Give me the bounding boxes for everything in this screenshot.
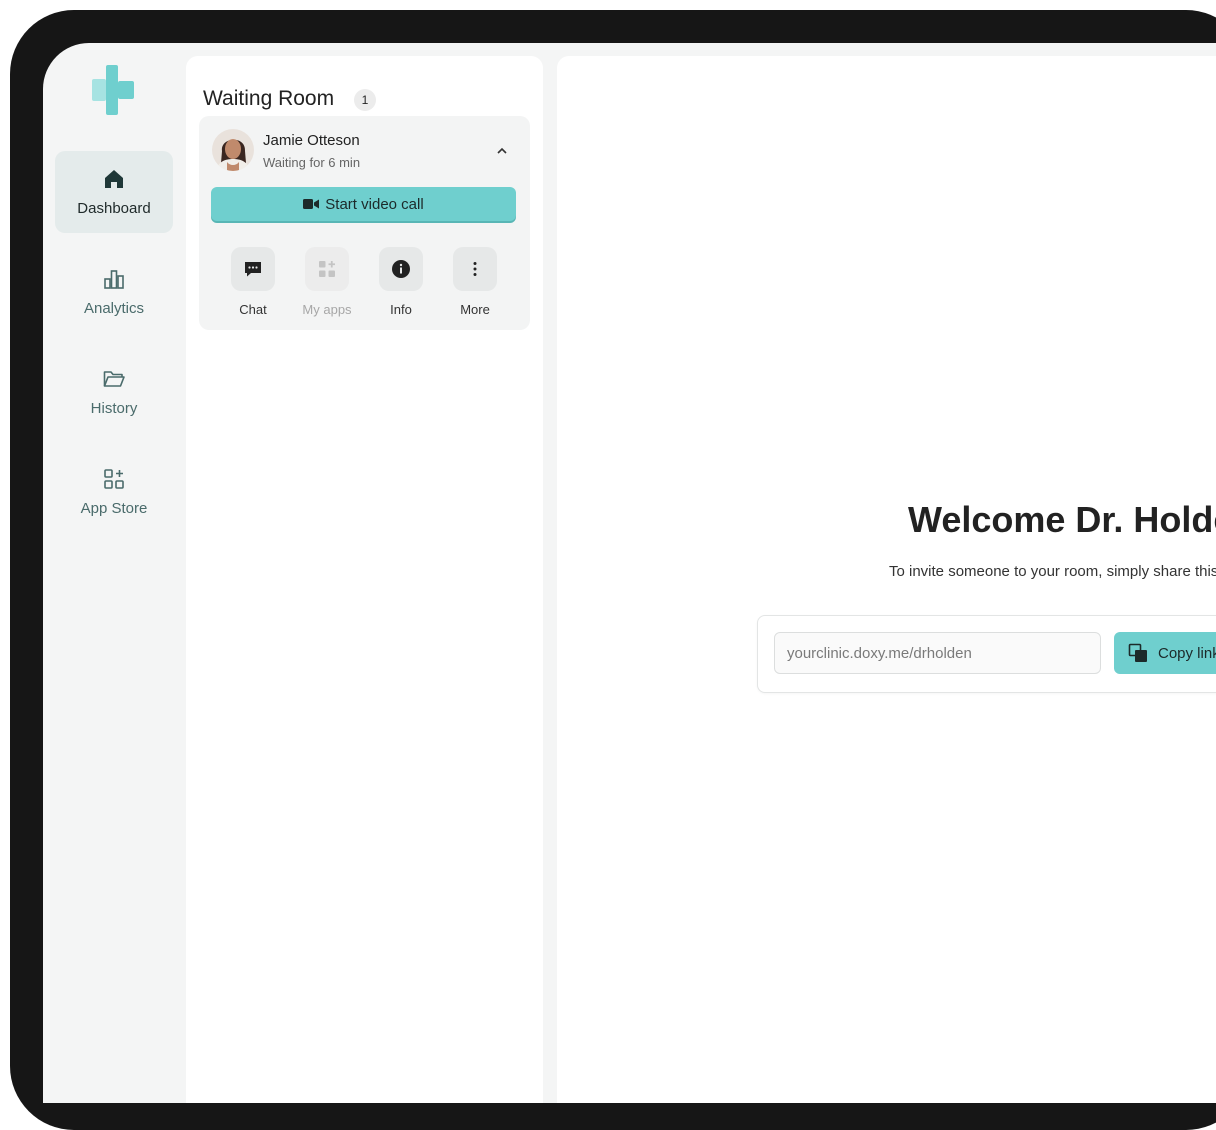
app-screen: Dashboard Analytics History App Store Wa… xyxy=(43,43,1216,1103)
copy-link-label: Copy link xyxy=(1158,644,1216,662)
sidebar-item-dashboard[interactable]: Dashboard xyxy=(55,151,173,233)
chat-label: Chat xyxy=(239,302,267,317)
info-icon xyxy=(392,260,410,278)
patient-card: Jamie Otteson Waiting for 6 min Start vi… xyxy=(199,116,530,330)
sidebar-item-label: App Store xyxy=(80,500,148,517)
more-action[interactable]: More xyxy=(445,247,505,317)
folder-icon xyxy=(103,371,125,387)
sidebar-item-app-store[interactable]: App Store xyxy=(55,451,173,533)
avatar xyxy=(212,129,254,171)
share-link-card: Copy link xyxy=(757,615,1216,693)
info-label: Info xyxy=(390,302,412,317)
sidebar-item-label: Dashboard xyxy=(77,200,151,217)
video-camera-icon xyxy=(303,199,320,209)
device-frame: Dashboard Analytics History App Store Wa… xyxy=(10,10,1216,1130)
room-link-input[interactable] xyxy=(774,632,1101,674)
start-video-call-button[interactable]: Start video call xyxy=(211,187,516,221)
chat-icon xyxy=(245,262,261,277)
copy-link-button[interactable]: Copy link xyxy=(1114,632,1216,674)
welcome-heading: Welcome Dr. Holden xyxy=(908,499,1216,540)
apps-grid-icon xyxy=(104,469,124,489)
sidebar-item-history[interactable]: History xyxy=(55,351,173,433)
more-vertical-icon xyxy=(473,262,477,276)
waiting-count-badge: 1 xyxy=(354,89,376,111)
my-apps-action[interactable]: My apps xyxy=(297,247,357,317)
start-video-call-label: Start video call xyxy=(325,195,424,213)
more-label: More xyxy=(460,302,490,317)
apps-icon xyxy=(319,261,335,277)
sidebar-item-label: Analytics xyxy=(83,300,145,317)
home-icon xyxy=(105,170,123,188)
info-action[interactable]: Info xyxy=(371,247,431,317)
copy-icon xyxy=(1128,643,1147,662)
waiting-room-panel: Waiting Room 1 Jamie Otteson Waiting for… xyxy=(186,56,543,1103)
patient-wait-time: Waiting for 6 min xyxy=(263,155,361,170)
sidebar-item-label: History xyxy=(90,400,138,417)
bar-chart-icon xyxy=(104,270,124,289)
chevron-up-icon[interactable] xyxy=(495,144,509,158)
waiting-room-title: Waiting Room xyxy=(203,87,335,110)
invite-text: To invite someone to your room, simply s… xyxy=(889,563,1216,580)
my-apps-label: My apps xyxy=(302,302,352,317)
sidebar-item-analytics[interactable]: Analytics xyxy=(55,251,173,333)
patient-name: Jamie Otteson xyxy=(263,132,360,149)
chat-action[interactable]: Chat xyxy=(223,247,283,317)
logo-icon xyxy=(92,65,134,115)
main-panel: Welcome Dr. Holden To invite someone to … xyxy=(557,56,1216,1103)
